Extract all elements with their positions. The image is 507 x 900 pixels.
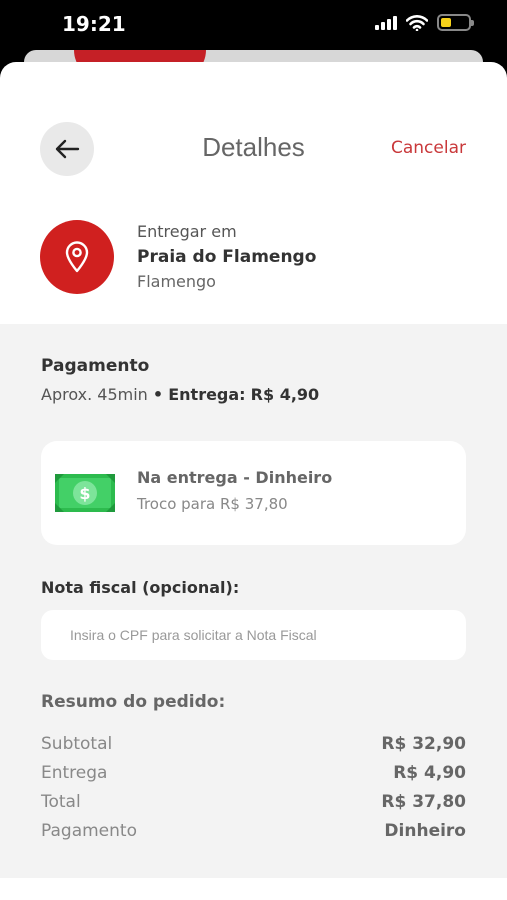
cpf-input[interactable] (41, 610, 466, 660)
address-icon-circle (40, 220, 114, 294)
summary-value: R$ 4,90 (393, 763, 466, 783)
summary-row-delivery: Entrega R$ 4,90 (41, 763, 466, 783)
summary-label: Subtotal (41, 734, 113, 754)
separator: • (152, 385, 164, 404)
payment-method-card[interactable]: $ Na entrega - Dinheiro Troco para R$ 37… (41, 441, 466, 545)
payment-method-name: Na entrega - Dinheiro (137, 468, 333, 487)
battery-level (441, 18, 451, 27)
summary-value: R$ 32,90 (381, 734, 466, 754)
summary-label: Entrega (41, 763, 108, 783)
address-district: Flamengo (137, 272, 216, 291)
summary-value: Dinheiro (384, 821, 466, 841)
eta-text: Aprox. 45min (41, 385, 148, 404)
invoice-title: Nota fiscal (opcional): (41, 578, 240, 597)
cancel-button[interactable]: Cancelar (391, 138, 466, 158)
summary-row-subtotal: Subtotal R$ 32,90 (41, 734, 466, 754)
delivery-fee-value: R$ 4,90 (250, 385, 320, 404)
cash-icon: $ (55, 474, 115, 512)
summary-title: Resumo do pedido: (41, 692, 226, 712)
status-time: 19:21 (62, 12, 126, 36)
battery-icon (437, 14, 474, 31)
summary-value: R$ 37,80 (381, 792, 466, 812)
status-bar: 19:21 (0, 0, 507, 50)
address-label: Entregar em (137, 222, 237, 241)
bottom-area (0, 878, 507, 900)
wifi-icon (406, 14, 428, 31)
summary-row-total: Total R$ 37,80 (41, 792, 466, 812)
svg-text:$: $ (79, 484, 90, 503)
payment-title: Pagamento (41, 356, 150, 376)
delivery-fee-label: Entrega: (168, 385, 246, 404)
payment-info: Aprox. 45min • Entrega: R$ 4,90 (41, 385, 319, 404)
summary-row-payment: Pagamento Dinheiro (41, 821, 466, 841)
signal-icon (375, 15, 397, 30)
summary-label: Total (41, 792, 81, 812)
order-details-section: Pagamento Aprox. 45min • Entrega: R$ 4,9… (0, 324, 507, 878)
address-name: Praia do Flamengo (137, 247, 317, 267)
payment-change: Troco para R$ 37,80 (137, 495, 288, 513)
summary-label: Pagamento (41, 821, 137, 841)
location-pin-icon (65, 241, 89, 273)
status-icons (375, 14, 474, 31)
details-sheet: Detalhes Cancelar Entregar em Praia do F… (0, 62, 507, 900)
